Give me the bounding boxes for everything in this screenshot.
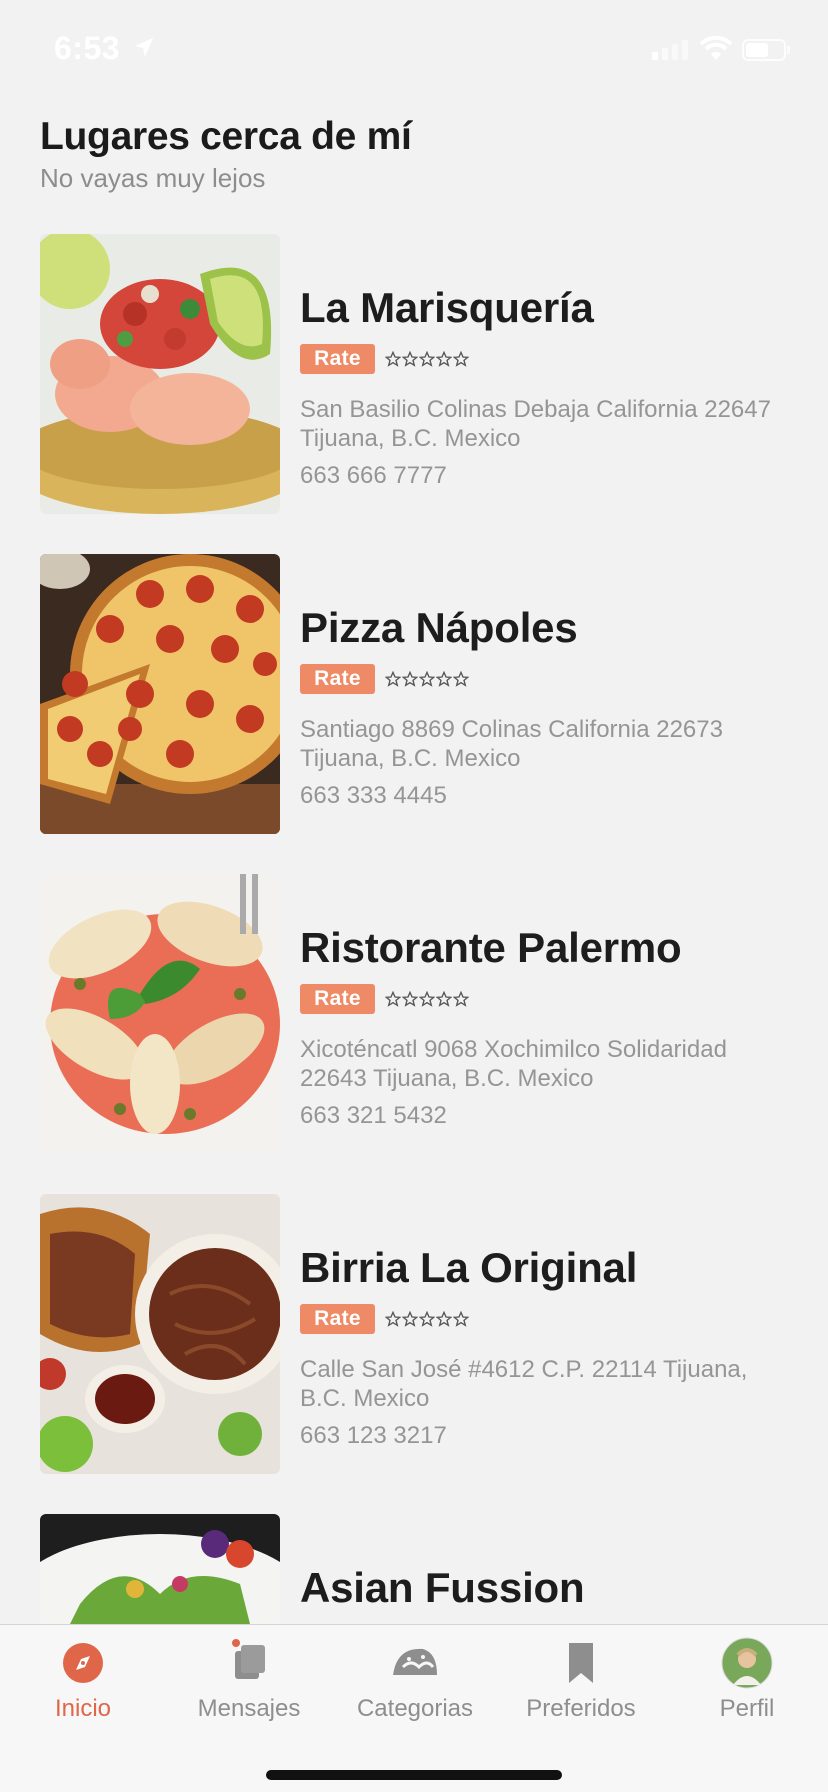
star-outline-icon[interactable] — [402, 345, 418, 373]
messages-icon — [232, 1639, 265, 1679]
rate-button[interactable]: Rate — [300, 984, 375, 1014]
place-name[interactable]: La Marisquería — [300, 284, 594, 332]
star-outline-icon[interactable] — [436, 1305, 452, 1333]
place-photo[interactable] — [40, 234, 280, 514]
asian-salad-image — [40, 1514, 280, 1624]
tab-label: Preferidos — [526, 1695, 636, 1722]
star-outline-icon[interactable] — [385, 985, 401, 1013]
shrimp-tostada-image — [40, 234, 280, 514]
tab-label: Perfil — [719, 1695, 775, 1722]
tab-mensajes[interactable]: Mensajes — [166, 1625, 332, 1735]
star-outline-icon[interactable] — [436, 985, 452, 1013]
cellular-signal-icon — [652, 40, 688, 60]
place-photo[interactable] — [40, 1514, 280, 1624]
place-phone[interactable]: 663 123 3217 — [300, 1422, 447, 1450]
rate-button[interactable]: Rate — [300, 664, 375, 694]
wifi-icon — [699, 36, 733, 60]
place-card[interactable]: Asian Fussion — [0, 1514, 828, 1624]
star-rating[interactable] — [385, 985, 469, 1013]
tab-label: Mensajes — [197, 1695, 301, 1722]
star-outline-icon[interactable] — [436, 665, 452, 693]
star-rating[interactable] — [385, 345, 469, 373]
place-card[interactable]: Birria La Original Rate Calle San José #… — [0, 1194, 828, 1474]
star-outline-icon[interactable] — [453, 345, 469, 373]
status-time: 6:53 — [54, 30, 121, 66]
place-card[interactable]: Ristorante Palermo Rate Xicoténcatl 9068… — [0, 874, 828, 1154]
tab-label: Inicio — [54, 1695, 112, 1722]
place-photo[interactable] — [40, 554, 280, 834]
star-outline-icon[interactable] — [436, 345, 452, 373]
stuffed-shells-image — [40, 874, 280, 1154]
star-outline-icon[interactable] — [402, 985, 418, 1013]
star-rating[interactable] — [385, 665, 469, 693]
home-indicator[interactable] — [266, 1770, 562, 1780]
place-phone[interactable]: 663 333 4445 — [300, 782, 447, 810]
battery-icon — [742, 39, 790, 61]
place-card[interactable]: Pizza Nápoles Rate Santiago 8869 Colinas… — [0, 554, 828, 834]
rate-button[interactable]: Rate — [300, 344, 375, 374]
star-outline-icon[interactable] — [385, 665, 401, 693]
place-phone[interactable]: 663 321 5432 — [300, 1102, 447, 1130]
places-list[interactable]: La Marisquería Rate San Basilio Colinas … — [0, 234, 828, 1624]
place-address: Xicoténcatl 9068 Xochimilco Solidaridad … — [300, 1036, 727, 1092]
place-address: Calle San José #4612 C.P. 22114 Tijuana,… — [300, 1356, 748, 1412]
place-address: San Basilio Colinas Debaja California 22… — [300, 396, 771, 452]
place-name[interactable]: Ristorante Palermo — [300, 924, 682, 972]
star-outline-icon[interactable] — [385, 1305, 401, 1333]
tab-preferidos[interactable]: Preferidos — [498, 1625, 664, 1735]
rate-button[interactable]: Rate — [300, 1304, 375, 1334]
tab-inicio[interactable]: Inicio — [0, 1625, 166, 1735]
bookmark-icon — [569, 1643, 593, 1683]
place-address: Santiago 8869 Colinas California 22673 T… — [300, 716, 723, 772]
star-outline-icon[interactable] — [385, 345, 401, 373]
star-rating[interactable] — [385, 1305, 469, 1333]
place-name[interactable]: Asian Fussion — [300, 1564, 585, 1612]
star-outline-icon[interactable] — [419, 665, 435, 693]
tab-perfil[interactable]: Perfil — [664, 1625, 828, 1735]
place-photo[interactable] — [40, 1194, 280, 1474]
star-outline-icon[interactable] — [419, 985, 435, 1013]
star-outline-icon[interactable] — [419, 1305, 435, 1333]
avatar — [721, 1637, 773, 1689]
place-phone[interactable]: 663 666 7777 — [300, 462, 447, 490]
location-arrow-icon — [135, 38, 153, 57]
star-outline-icon[interactable] — [402, 665, 418, 693]
star-outline-icon[interactable] — [419, 345, 435, 373]
star-outline-icon[interactable] — [453, 1305, 469, 1333]
status-bar: 6:53 — [0, 0, 828, 100]
star-outline-icon[interactable] — [453, 985, 469, 1013]
tab-label: Categorias — [356, 1695, 474, 1722]
page-title: Lugares cerca de mí — [40, 115, 412, 158]
place-card[interactable]: La Marisquería Rate San Basilio Colinas … — [0, 234, 828, 514]
place-name[interactable]: Pizza Nápoles — [300, 604, 578, 652]
tab-categorias[interactable]: Categorias — [332, 1625, 498, 1735]
place-name[interactable]: Birria La Original — [300, 1244, 637, 1292]
pepperoni-pizza-image — [40, 554, 280, 834]
star-outline-icon[interactable] — [402, 1305, 418, 1333]
page-subtitle: No vayas muy lejos — [40, 163, 266, 193]
tab-bar: Inicio Mensajes Categorias Preferidos Pe… — [0, 1624, 828, 1792]
taco-icon — [393, 1648, 437, 1675]
compass-icon — [63, 1643, 103, 1683]
place-photo[interactable] — [40, 874, 280, 1154]
birria-tacos-image — [40, 1194, 280, 1474]
star-outline-icon[interactable] — [453, 665, 469, 693]
